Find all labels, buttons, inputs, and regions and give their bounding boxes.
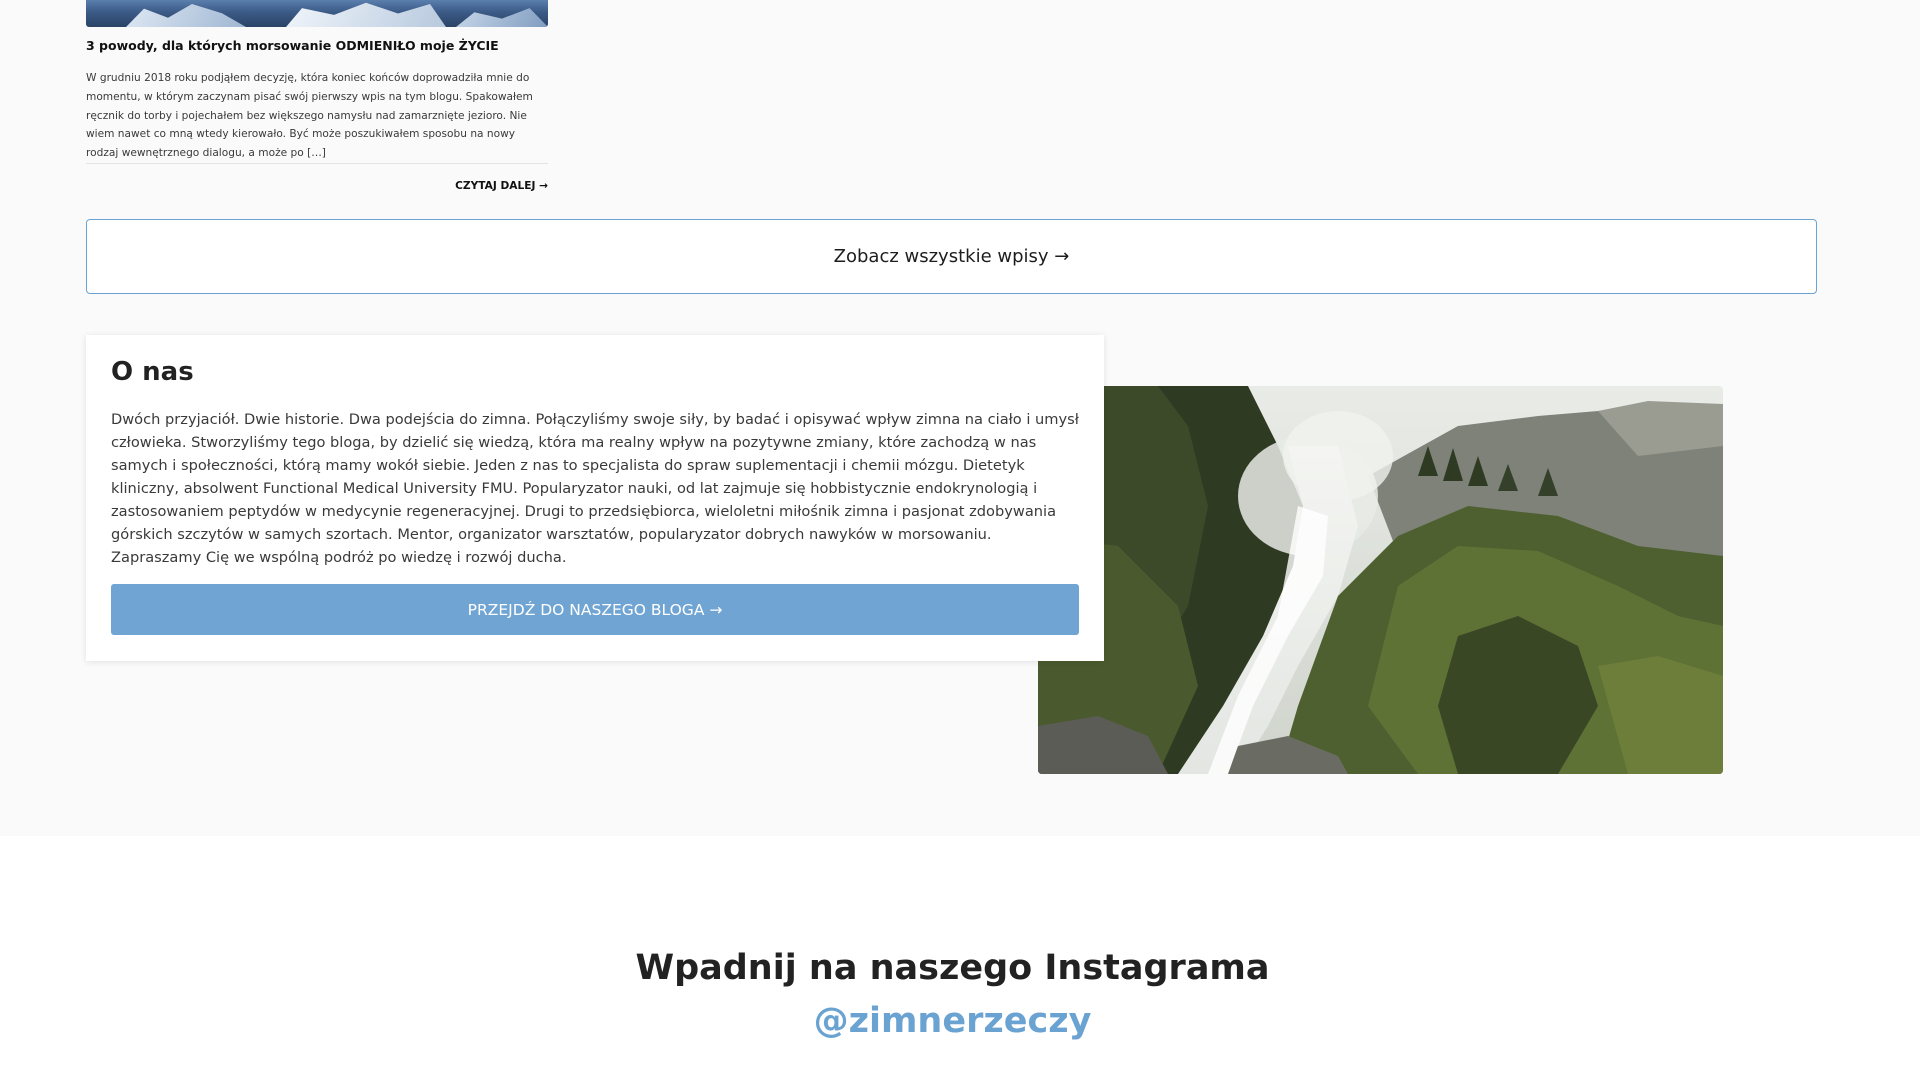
top-section: 3 powody, dla których morsowanie ODMIENI… bbox=[0, 0, 1920, 836]
read-more-link[interactable]: CZYTAJ DALEJ → bbox=[420, 180, 548, 192]
waterfall-image bbox=[1038, 386, 1723, 774]
see-all-posts-button[interactable]: Zobacz wszystkie wpisy → bbox=[86, 219, 1817, 294]
post-thumbnail-image[interactable] bbox=[86, 0, 548, 27]
about-title: O nas bbox=[111, 357, 194, 387]
instagram-title: Wpadnij na naszego Instagrama bbox=[635, 948, 1270, 988]
see-all-posts-label: Zobacz wszystkie wpisy → bbox=[833, 246, 1070, 267]
go-to-blog-button[interactable]: PRZEJDŹ DO NASZEGO BLOGA → bbox=[111, 584, 1079, 635]
post-divider bbox=[86, 163, 548, 164]
post-excerpt: W grudniu 2018 roku podjąłem decyzję, kt… bbox=[86, 72, 533, 160]
go-to-blog-label: PRZEJDŹ DO NASZEGO BLOGA → bbox=[467, 600, 723, 619]
instagram-handle-link[interactable]: @zimnerzeczy bbox=[0, 1001, 1905, 1041]
about-text: Dwóch przyjaciół. Dwie historie. Dwa pod… bbox=[111, 411, 1079, 566]
post-title[interactable]: 3 powody, dla których morsowanie ODMIENI… bbox=[86, 38, 556, 53]
about-card: O nas Dwóch przyjaciół. Dwie historie. D… bbox=[86, 335, 1104, 661]
